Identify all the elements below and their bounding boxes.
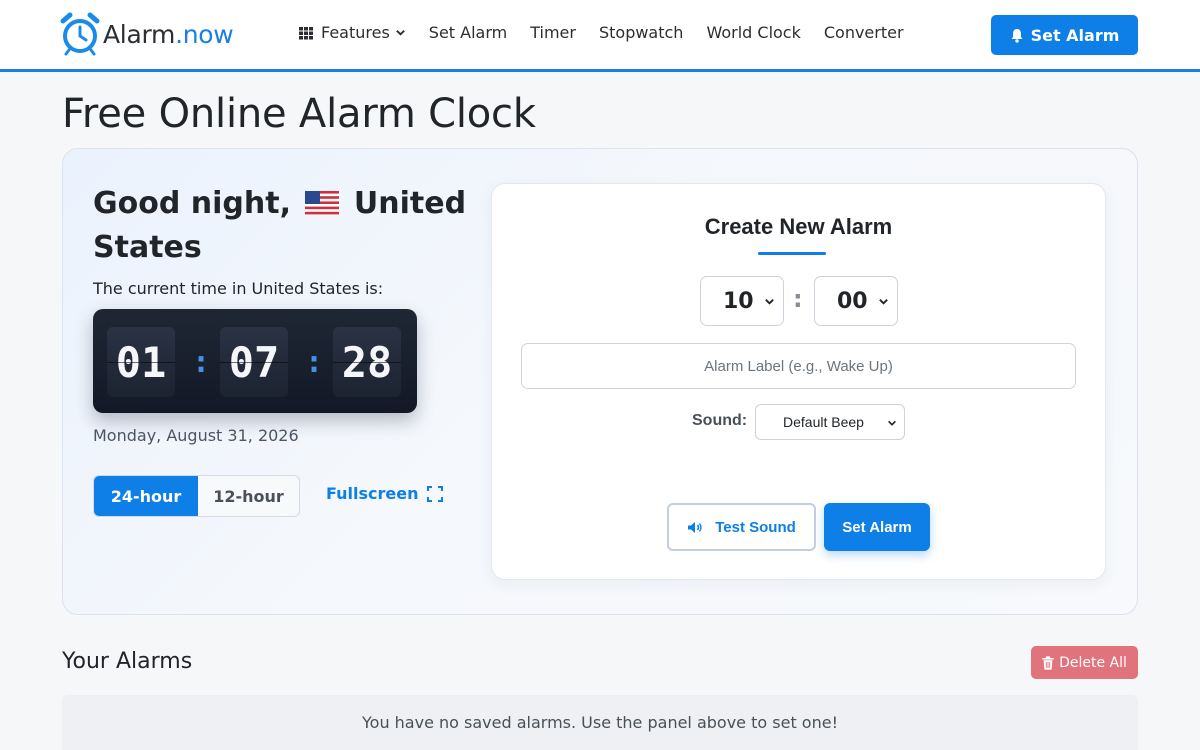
- alarm-label-input[interactable]: [521, 343, 1076, 389]
- current-date: Monday, August 31, 2026: [93, 426, 299, 445]
- create-alarm-title: Create New Alarm: [704, 214, 893, 239]
- sound-select[interactable]: Default Beep: [755, 404, 905, 440]
- clock-seconds: 28: [333, 327, 401, 397]
- sound-label: Sound:: [692, 412, 748, 429]
- nav-link-set-alarm[interactable]: Set Alarm: [429, 23, 507, 42]
- nav-features-dropdown[interactable]: Features: [298, 23, 406, 42]
- minute-select[interactable]: 00: [814, 276, 898, 326]
- nav-links: Features Set Alarm Timer Stopwatch World…: [298, 23, 927, 42]
- grid-icon: [299, 26, 313, 39]
- empty-alarms-message: You have no saved alarms. Use the panel …: [62, 695, 1138, 750]
- page-title: Free Online Alarm Clock: [62, 91, 536, 137]
- chevron-down-icon: [765, 299, 774, 305]
- clock-colon: :: [305, 345, 324, 380]
- alarm-clock-icon: [60, 12, 100, 56]
- nav-link-converter[interactable]: Converter: [824, 23, 904, 42]
- current-time-label: The current time in United States is:: [93, 279, 384, 298]
- nav-link-stopwatch[interactable]: Stopwatch: [599, 23, 683, 42]
- bell-icon: [1011, 28, 1023, 43]
- speaker-icon: [688, 521, 702, 533]
- minute-value: 00: [837, 288, 868, 314]
- delete-all-button[interactable]: Delete All: [1031, 646, 1138, 679]
- digital-clock: 01 : 07 : 28: [93, 309, 417, 413]
- test-sound-button[interactable]: Test Sound: [667, 503, 816, 551]
- title-underline: [758, 252, 826, 255]
- nav-features-label: Features: [321, 23, 390, 42]
- nav-set-alarm-button[interactable]: Set Alarm: [991, 15, 1138, 55]
- expand-icon: [427, 485, 444, 502]
- format-12-hour-button[interactable]: 12-hour: [198, 476, 299, 516]
- clock-hours: 01: [107, 327, 175, 397]
- test-sound-label: Test Sound: [715, 518, 796, 536]
- chevron-down-icon: [395, 30, 405, 36]
- brand-name: Alarm.now: [103, 19, 234, 49]
- time-format-toggle: 24-hour 12-hour: [93, 475, 300, 517]
- brand-logo[interactable]: Alarm.now: [60, 12, 234, 56]
- fullscreen-label: Fullscreen: [326, 484, 419, 503]
- hour-value: 10: [723, 288, 754, 314]
- greeting-text: Good night,: [93, 186, 291, 221]
- delete-all-label: Delete All: [1059, 654, 1127, 671]
- clock-colon: :: [192, 345, 211, 380]
- clock-minutes: 07: [220, 327, 288, 397]
- us-flag-icon: [305, 191, 340, 215]
- time-separator: :: [793, 285, 803, 313]
- set-alarm-button[interactable]: Set Alarm: [824, 503, 930, 551]
- format-24-hour-button[interactable]: 24-hour: [94, 476, 198, 516]
- chevron-down-icon: [888, 420, 896, 426]
- nav-cta-label: Set Alarm: [1030, 25, 1120, 45]
- chevron-down-icon: [879, 299, 888, 305]
- nav-link-timer[interactable]: Timer: [530, 23, 576, 42]
- sound-value: Default Beep: [783, 414, 864, 430]
- your-alarms-title: Your Alarms: [62, 649, 193, 674]
- hour-select[interactable]: 10: [700, 276, 784, 326]
- fullscreen-button[interactable]: Fullscreen: [326, 484, 444, 503]
- nav-link-world-clock[interactable]: World Clock: [706, 23, 800, 42]
- navbar: Alarm.now Features Set Alarm Timer Stopw…: [0, 0, 1200, 72]
- trash-icon: [1042, 655, 1054, 670]
- greeting: Good night, United States: [93, 182, 473, 270]
